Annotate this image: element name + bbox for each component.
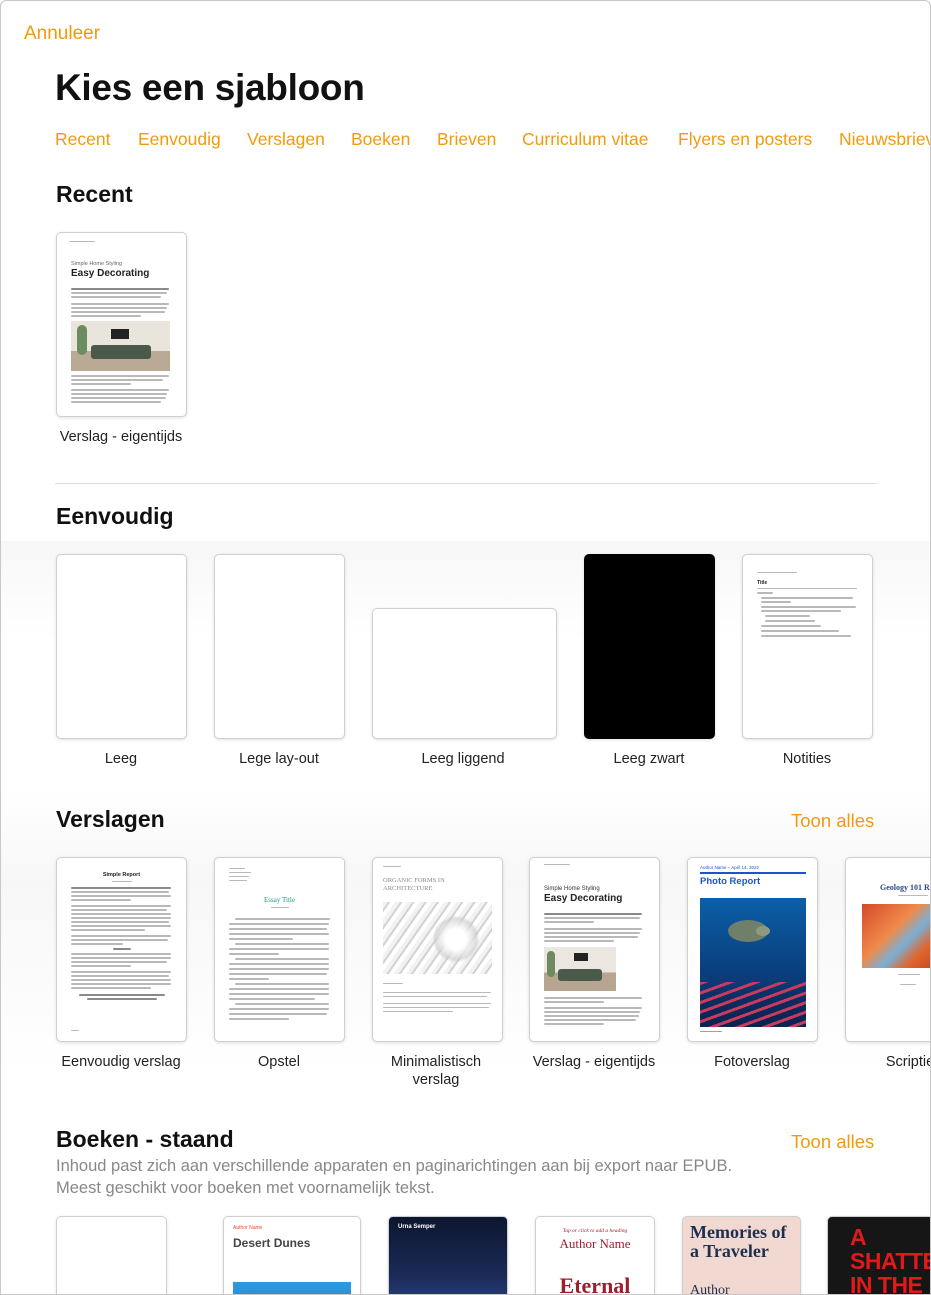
template-thumb-book-blank[interactable] xyxy=(56,1216,167,1294)
thumb-photo xyxy=(71,321,170,371)
template-chooser-window: Annuleer Kies een sjabloon Recent Eenvou… xyxy=(0,0,931,1295)
thumb-heading: Desert Dunes xyxy=(233,1236,311,1250)
thumb-subtitle: Eternal xyxy=(559,1273,631,1295)
template-thumb-notes[interactable]: Title xyxy=(742,554,873,739)
template-thumb-blank[interactable] xyxy=(56,554,187,739)
template-label: Eenvoudig verslag xyxy=(61,1054,181,1070)
tab-books[interactable]: Boeken xyxy=(351,129,410,150)
thumb-photo xyxy=(233,1282,351,1294)
section-title-basic: Eenvoudig xyxy=(56,503,174,529)
thumb-kicker: Tap or click to add a heading xyxy=(562,1228,628,1234)
thumb-line xyxy=(69,241,95,243)
see-all-reports-button[interactable]: Toon alles xyxy=(791,810,874,832)
section-title-recent: Recent xyxy=(56,181,133,207)
template-label-line: Minimalistisch xyxy=(390,1054,482,1070)
tab-basic[interactable]: Eenvoudig xyxy=(138,129,221,150)
template-thumb-book-memories[interactable]: Memories of a Traveler Author xyxy=(682,1216,801,1295)
page-title: Kies een sjabloon xyxy=(55,67,365,108)
thumb-heading: Title xyxy=(757,580,768,586)
thumb-kicker: Author Name xyxy=(233,1225,263,1231)
thumb-heading: Easy Decorating xyxy=(544,893,623,904)
template-thumb-book-desert-dunes[interactable]: Author Name Desert Dunes xyxy=(223,1216,361,1294)
template-thumb-recent-contemporary-report[interactable]: Simple Home Styling Easy Decorating xyxy=(56,232,187,417)
thumb-heading: Photo Report xyxy=(700,876,761,887)
template-thumb-book-eternal[interactable]: Tap or click to add a heading Author Nam… xyxy=(535,1216,655,1295)
template-thumb-minimalist-report[interactable]: ORGANIC FORMS IN ARCHITECTURE xyxy=(372,857,503,1042)
thumb-heading: Author Name xyxy=(559,1236,631,1251)
template-thumb-blank-landscape[interactable] xyxy=(372,608,557,739)
thumb-photo xyxy=(383,902,492,974)
thumb-photo xyxy=(862,904,930,968)
thumb-kicker: Simple Home Styling xyxy=(71,261,123,267)
thumb-kicker: Simple Home Styling xyxy=(544,886,600,892)
section-title-reports: Verslagen xyxy=(56,806,165,832)
template-label: Lege lay-out xyxy=(239,751,319,767)
tab-newsletters[interactable]: Nieuwsbriev xyxy=(839,129,930,150)
section-divider xyxy=(55,483,877,484)
tab-letters[interactable]: Brieven xyxy=(437,129,496,150)
thumb-photo xyxy=(544,947,616,991)
template-label: Notities xyxy=(782,751,832,767)
thumb-heading: Geology 101 Rep xyxy=(880,883,930,892)
template-thumb-essay[interactable]: Essay Title xyxy=(214,857,345,1042)
thumb-heading: Easy Decorating xyxy=(71,268,150,279)
template-thumb-contemporary-report[interactable]: Simple Home Styling Easy Decorating xyxy=(529,857,660,1042)
thumb-heading: A SHATTER IN THE xyxy=(850,1224,930,1295)
template-label: Verslag - eigentijds xyxy=(59,429,183,445)
thumb-heading: Simple Report xyxy=(102,872,141,878)
template-label-line: verslag xyxy=(412,1072,460,1088)
thumb-heading: Memories of a Traveler xyxy=(690,1222,787,1261)
template-thumb-blank-black[interactable] xyxy=(584,554,715,739)
thumb-subtitle: Author xyxy=(690,1283,730,1295)
template-thumb-book-shatter[interactable]: A SHATTER IN THE xyxy=(827,1216,930,1295)
section-description: Inhoud past zich aan verschillende appar… xyxy=(56,1155,816,1199)
see-all-books-button[interactable]: Toon alles xyxy=(791,1131,874,1153)
cancel-button[interactable]: Annuleer xyxy=(24,23,100,45)
thumb-kicker: Urna Semper xyxy=(398,1224,436,1230)
thumb-heading: ORGANIC FORMS IN ARCHITECTURE xyxy=(383,877,445,892)
template-label: Leeg xyxy=(104,751,138,767)
template-label: Minimalistisch verslag xyxy=(356,1053,516,1089)
tab-reports[interactable]: Verslagen xyxy=(247,129,325,150)
thumb-photo xyxy=(700,898,806,1027)
template-label: Leeg liggend xyxy=(421,751,505,767)
template-thumb-blank-layout[interactable] xyxy=(214,554,345,739)
template-thumb-book-urna-semper[interactable]: Urna Semper xyxy=(388,1216,508,1294)
description-line: Inhoud past zich aan verschillende appar… xyxy=(56,1157,733,1175)
section-title-books: Boeken - staand xyxy=(56,1126,234,1152)
thumb-heading: Essay Title xyxy=(264,896,295,904)
template-label: Leeg zwart xyxy=(613,751,685,767)
template-label: Fotoverslag xyxy=(714,1054,790,1070)
thumb-kicker: Author Name – April 14, 2022 xyxy=(700,865,760,870)
tab-recent[interactable]: Recent xyxy=(55,129,110,150)
template-thumb-simple-report[interactable]: Simple Report xyxy=(56,857,187,1042)
tab-flyers-posters[interactable]: Flyers en posters xyxy=(678,129,812,150)
tab-resumes[interactable]: Curriculum vitae xyxy=(522,129,648,150)
template-label: Opstel xyxy=(258,1054,300,1070)
description-line: Meest geschikt voor boeken met voornamel… xyxy=(56,1179,435,1197)
template-thumb-photo-report[interactable]: Author Name – April 14, 2022 Photo Repor… xyxy=(687,857,818,1042)
template-label: Verslag - eigentijds xyxy=(532,1054,656,1070)
template-thumb-thesis[interactable]: Geology 101 Rep xyxy=(845,857,930,1042)
template-label: Scriptie xyxy=(885,1054,931,1070)
